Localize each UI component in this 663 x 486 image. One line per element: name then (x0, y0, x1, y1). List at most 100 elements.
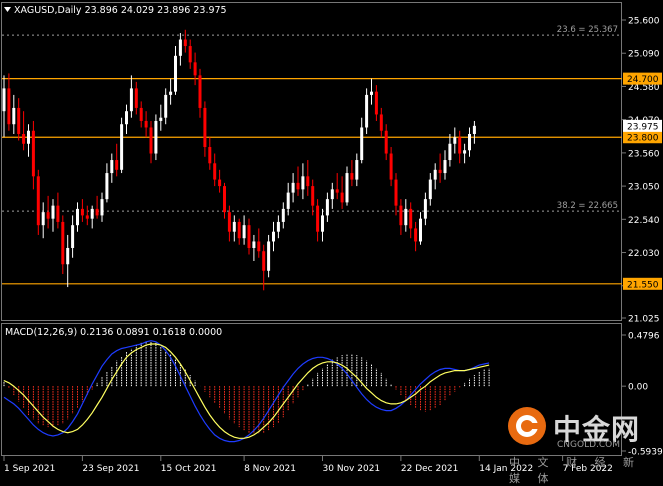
candle-body (370, 91, 373, 95)
candle-body (448, 143, 452, 161)
candle-body (213, 163, 217, 180)
candle-body (120, 124, 124, 170)
y-tick-label: 22.030 (628, 249, 660, 259)
candle-body (198, 75, 202, 108)
candle-body (374, 91, 378, 115)
candle-body (164, 94, 168, 118)
fibo-level-label: 38.2 = 22.665 (557, 201, 618, 211)
candle-body (2, 88, 6, 112)
candle-body (423, 199, 427, 219)
candle-body (453, 137, 457, 144)
candle-body (22, 133, 26, 144)
candle-body (41, 212, 45, 226)
candle-body (267, 241, 271, 271)
cngold-logo-icon (508, 407, 546, 445)
candle-body (66, 247, 70, 265)
x-tick-label: 8 Nov 2021 (244, 464, 296, 474)
candle-body (110, 160, 114, 174)
x-tick-label: 23 Sep 2021 (82, 464, 139, 474)
candle-body (394, 179, 398, 206)
candle-body (360, 127, 364, 161)
candle-body (169, 91, 173, 95)
candle-body (433, 169, 437, 180)
candle-body (252, 241, 256, 248)
candle-body (281, 208, 285, 222)
candle-body (468, 133, 471, 151)
watermark-slogan: 中 文 财 经 新 媒 体 (509, 456, 641, 485)
candle-body (365, 94, 369, 128)
candle-body (316, 205, 320, 232)
candle-body (335, 189, 339, 193)
candle-body (80, 208, 84, 216)
x-tick-label: 1 Sep 2021 (4, 464, 55, 474)
candle-body (178, 39, 182, 56)
watermark: 中金网 CNGOLD.COM 中 文 财 经 新 媒 体 (505, 402, 655, 485)
candle-body (301, 176, 305, 190)
candle-body (149, 127, 153, 154)
level-price-badge-label: 21.550 (627, 280, 659, 290)
candle-body (95, 208, 99, 216)
candle-body (242, 225, 246, 239)
current-price-badge-label: 23.975 (627, 122, 659, 132)
candle-body (419, 218, 422, 242)
candle-body (183, 39, 187, 47)
candle-body (458, 137, 462, 154)
watermark-domain: CNGOLD.COM (557, 440, 621, 450)
candle-body (208, 147, 212, 164)
y-tick-label: 21.025 (628, 315, 660, 325)
candle-body (257, 241, 261, 252)
y-tick-label: 25.600 (628, 17, 660, 27)
candle-body (384, 130, 388, 154)
candle-body (355, 160, 359, 180)
candle-body (129, 88, 133, 112)
candle-body (296, 182, 300, 190)
candle-body (17, 107, 21, 134)
x-tick-label: 30 Nov 2021 (323, 464, 381, 474)
candle-body (350, 173, 354, 180)
candle-body (345, 173, 349, 203)
candle-body (61, 221, 65, 265)
candle-body (272, 231, 275, 242)
candle-body (438, 169, 442, 174)
candle-body (237, 221, 241, 239)
candle-body (7, 88, 11, 125)
candle-body (27, 130, 30, 144)
candle-body (409, 208, 413, 229)
level-price-badge-label: 24.700 (627, 75, 659, 85)
candle-body (159, 117, 163, 121)
candle-body (36, 176, 40, 226)
candle-body (247, 225, 251, 248)
candle-body (218, 179, 222, 187)
candle-body (414, 228, 418, 242)
candle-body (306, 176, 310, 187)
candle-body (174, 55, 177, 92)
candle-body (134, 88, 138, 108)
candle-body (443, 160, 447, 174)
candle-body (232, 221, 236, 232)
y-tick-label: 25.090 (628, 50, 660, 60)
y-tick-label: 23.050 (628, 183, 660, 193)
candle-body (12, 107, 16, 125)
candle-body (291, 182, 295, 193)
candle-body (31, 130, 35, 177)
y-tick-label: 23.560 (628, 149, 660, 159)
candle-body (46, 212, 50, 219)
candle-body (340, 192, 344, 203)
symbol-header: XAGUSD,Daily 23.896 24.029 23.896 23.975 (14, 5, 227, 16)
x-tick-label: 22 Dec 2021 (401, 464, 459, 474)
candle-body (286, 192, 290, 209)
candle-body (139, 107, 143, 121)
candle-body (105, 173, 109, 200)
candle-body (321, 215, 324, 232)
candle-body (330, 189, 334, 200)
candle-body (100, 199, 104, 216)
candle-body (311, 186, 315, 206)
candle-body (399, 205, 403, 226)
macd-header: MACD(12,26,9) 0.2136 0.0891 0.1618 0.000… (5, 327, 222, 338)
y-tick-label: 22.540 (628, 216, 660, 226)
candle-body (472, 125, 476, 134)
candle-body (90, 208, 94, 219)
candle-body (71, 225, 75, 248)
candle-body (125, 111, 128, 125)
candle-body (193, 62, 197, 76)
